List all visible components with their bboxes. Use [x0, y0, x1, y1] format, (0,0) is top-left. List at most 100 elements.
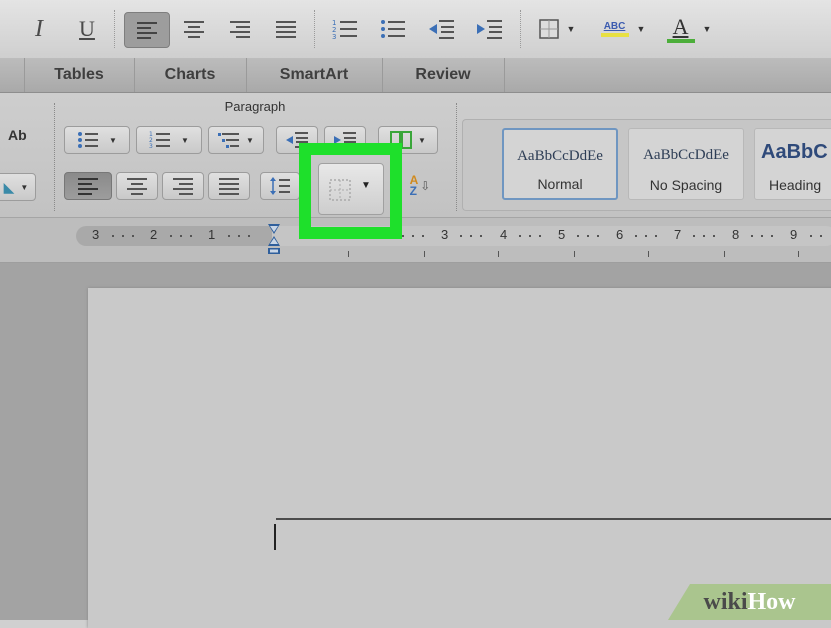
align-left-icon [137, 22, 157, 39]
tab-tables[interactable]: Tables [24, 58, 135, 92]
text-effects-icon: ◣ [3, 178, 15, 195]
chevron-down-icon: ▼ [418, 135, 426, 145]
multilevel-list-dropdown[interactable]: ▼ [208, 126, 264, 154]
chevron-down-icon: ▼ [566, 24, 576, 34]
highlight-icon: ABC [600, 21, 629, 37]
multilevel-list-icon [218, 133, 240, 148]
text-effects-button[interactable]: ◣ ▼ [0, 173, 36, 201]
chevron-down-icon: ▼ [702, 24, 712, 34]
chevron-down-icon: ▼ [246, 135, 254, 145]
font-color-button[interactable]: A ▼ [660, 12, 718, 46]
toolbar-separator [114, 10, 115, 48]
bulleted-list-icon [78, 132, 99, 148]
line-spacing-icon [270, 177, 290, 195]
ruler-label: 8 [732, 227, 740, 242]
toolbar-separator [314, 10, 315, 48]
paragraph-group-label: Paragraph [224, 99, 286, 114]
align-center-button[interactable] [116, 172, 158, 200]
highlight-color-button[interactable]: ABC ▼ [594, 12, 652, 46]
sort-icon: A Z [409, 173, 419, 198]
style-no-spacing[interactable]: AaBbCcDdEe No Spacing [628, 128, 744, 200]
style-normal[interactable]: AaBbCcDdEe Normal [502, 128, 618, 200]
ruler-label: 3 [441, 227, 449, 242]
watermark: wiki How [668, 584, 831, 620]
horizontal-ruler[interactable]: 3 2 1 1 3 4 5 6 7 8 9 [0, 218, 831, 263]
ruler-label: 3 [92, 227, 100, 242]
bullets-dropdown[interactable]: ▼ [64, 126, 130, 154]
align-right-button[interactable] [222, 12, 258, 46]
style-preview: AaBbCcDdEe [517, 148, 603, 164]
underline-button[interactable]: U [72, 12, 102, 46]
increase-indent-icon [477, 20, 502, 39]
chevron-down-icon: ▼ [181, 135, 189, 145]
style-preview: AaBbCcDdEe [643, 147, 729, 163]
highlight-box [299, 143, 402, 239]
tab-review[interactable]: Review [382, 58, 505, 92]
ruler-label: 5 [558, 227, 566, 242]
align-center-icon [184, 21, 204, 38]
change-case-button[interactable]: Ab [8, 127, 42, 155]
toolbar-separator [520, 10, 521, 48]
italic-button[interactable]: I [24, 12, 54, 46]
style-name: Heading [769, 177, 822, 193]
style-name: No Spacing [649, 177, 723, 193]
align-left-button[interactable] [64, 172, 112, 200]
ruler-left-margin [76, 226, 272, 246]
bulleted-list-button[interactable] [374, 12, 412, 46]
tab-smartart[interactable]: SmartArt [246, 58, 383, 92]
indent-marker-icon[interactable] [266, 222, 282, 262]
font-color-icon: A [666, 15, 695, 43]
ruler-label: 2 [150, 227, 158, 242]
decrease-indent-button[interactable] [422, 12, 460, 46]
align-right-button[interactable] [162, 172, 204, 200]
borders-icon [538, 19, 559, 39]
line-spacing-button[interactable] [260, 172, 300, 200]
ribbon-tabs: Tables Charts SmartArt Review [0, 58, 831, 93]
align-center-button[interactable] [176, 12, 212, 46]
tab-edge [0, 58, 25, 92]
ruler-label: 4 [500, 227, 508, 242]
align-left-icon [78, 178, 98, 195]
align-right-icon [230, 21, 250, 38]
justify-button[interactable] [268, 12, 304, 46]
arrow-down-icon: ⇩ [420, 179, 431, 193]
justify-icon [276, 21, 296, 38]
style-preview: AaBbC [761, 141, 828, 163]
chevron-down-icon: ▼ [636, 24, 646, 34]
ruler-label: 7 [674, 227, 682, 242]
style-heading[interactable]: AaBbC Heading [754, 128, 831, 200]
paragraph-border-line [276, 518, 831, 520]
align-center-icon [127, 178, 147, 195]
sort-button[interactable]: A Z ⇩ [399, 172, 441, 200]
bulleted-list-icon [381, 20, 405, 38]
decrease-indent-icon [429, 20, 454, 39]
align-left-button[interactable] [124, 12, 170, 48]
group-separator [54, 103, 55, 211]
watermark-wiki: wiki [703, 588, 748, 615]
tab-charts[interactable]: Charts [134, 58, 247, 92]
justify-button[interactable] [208, 172, 250, 200]
borders-button[interactable]: ▼ [532, 12, 582, 46]
ruler-label: 6 [616, 227, 624, 242]
numbering-dropdown[interactable]: 123 ▼ [136, 126, 202, 154]
ruler-label: 9 [790, 227, 798, 242]
justify-icon [219, 178, 239, 195]
ribbon-body: Paragraph Ab ◣ ▼ ▼ 123 ▼ ▼ ▼ A Z ⇩ AaBbC… [0, 93, 831, 218]
change-case-icon: Ab [8, 127, 27, 143]
ruler-label: 1 [208, 227, 216, 242]
style-name: Normal [537, 176, 583, 192]
group-separator [456, 103, 457, 211]
increase-indent-button[interactable] [470, 12, 508, 46]
numbered-list-icon: 123 [149, 131, 171, 149]
watermark-how: How [747, 588, 796, 615]
svg-text:3: 3 [332, 33, 336, 40]
formatting-toolbar: I U 123 ▼ ABC ▼ A ▼ [0, 0, 831, 59]
text-cursor [274, 524, 276, 550]
svg-text:3: 3 [149, 143, 153, 149]
numbered-list-button[interactable]: 123 [326, 12, 364, 46]
document-page[interactable] [88, 288, 831, 628]
chevron-down-icon: ▼ [20, 182, 29, 192]
numbered-list-icon: 123 [332, 19, 357, 40]
align-right-icon [173, 178, 193, 195]
chevron-down-icon: ▼ [109, 135, 117, 145]
